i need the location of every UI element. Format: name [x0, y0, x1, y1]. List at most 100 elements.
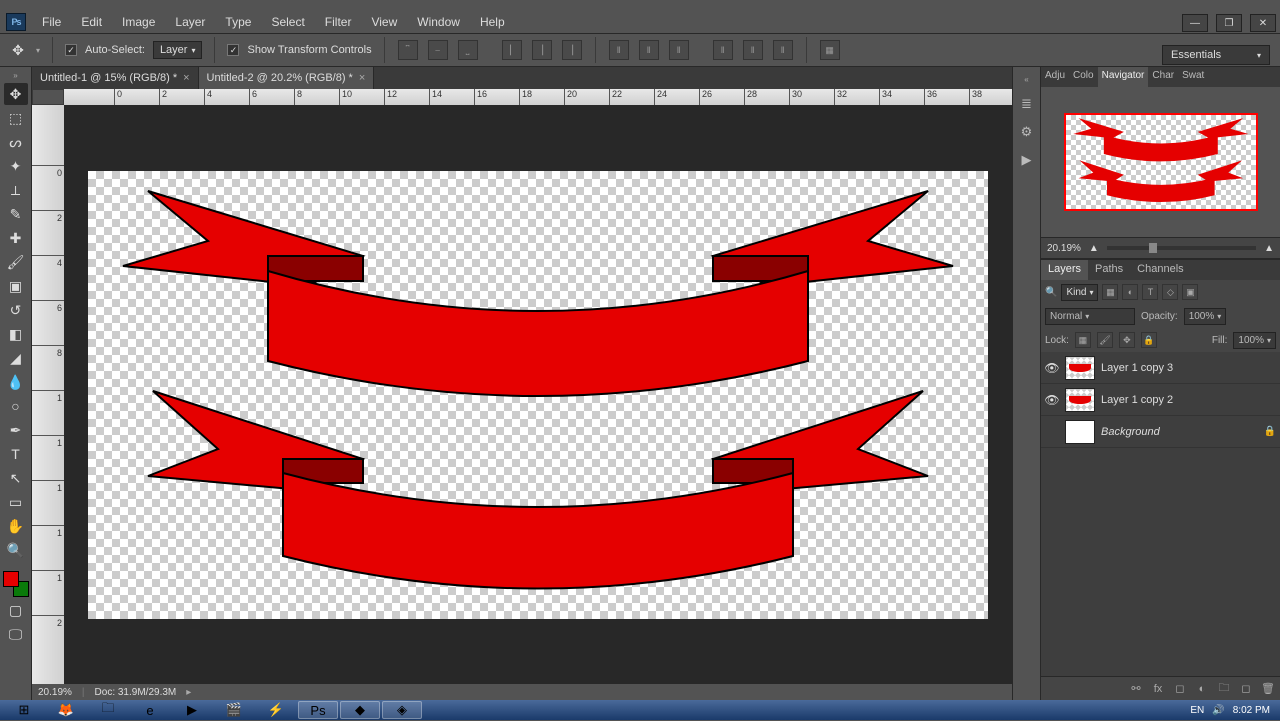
filter-shape-icon[interactable]: ◇ [1162, 284, 1178, 300]
vertical-ruler[interactable]: 02468111112 [32, 105, 64, 684]
adjustment-layer-icon[interactable]: ◐ [1194, 681, 1210, 697]
eraser-tool[interactable]: ◧ [4, 323, 28, 345]
move-tool[interactable]: ✥ [4, 83, 28, 105]
actions-panel-icon[interactable]: ▶ [1018, 151, 1036, 169]
layer-row[interactable]: 👁Layer 1 copy 3 [1041, 352, 1280, 384]
distribute-left-button[interactable]: ‖ [713, 40, 733, 60]
show-transform-checkbox[interactable]: ✓ [227, 44, 239, 56]
navigator-preview[interactable] [1041, 87, 1280, 237]
tab-adjustments[interactable]: Adju [1041, 67, 1069, 87]
search-icon[interactable]: 🔍 [1045, 287, 1057, 298]
distribute-vcenter-button[interactable]: ‖ [639, 40, 659, 60]
layer-name[interactable]: Layer 1 copy 2 [1101, 394, 1173, 406]
close-icon[interactable]: × [183, 72, 189, 84]
align-hcenter-button[interactable]: ⎟ [532, 40, 552, 60]
firefox-icon[interactable]: 🦊 [46, 701, 86, 719]
distribute-right-button[interactable]: ‖ [773, 40, 793, 60]
ruler-origin[interactable] [32, 89, 64, 105]
filter-kind-dropdown[interactable]: Kind [1061, 284, 1098, 301]
layer-name[interactable]: Background [1101, 426, 1160, 438]
panel-collapse-icon[interactable]: « [1013, 75, 1040, 85]
screenmode-tool[interactable]: 🖵 [4, 623, 28, 645]
auto-select-checkbox[interactable]: ✓ [65, 44, 77, 56]
align-top-button[interactable]: ⎴ [398, 40, 418, 60]
language-indicator[interactable]: EN [1190, 705, 1204, 716]
align-vcenter-button[interactable]: ⎯ [428, 40, 448, 60]
foreground-color[interactable] [3, 571, 19, 587]
layer-mask-icon[interactable]: ◻ [1172, 681, 1188, 697]
lock-transparency-icon[interactable]: ▦ [1075, 332, 1091, 348]
eyedropper-tool[interactable]: ✎ [4, 203, 28, 225]
crop-tool[interactable]: ⟂ [4, 179, 28, 201]
visibility-eye-icon[interactable] [1045, 425, 1059, 439]
maximize-button[interactable]: ❐ [1216, 14, 1242, 32]
menu-edit[interactable]: Edit [71, 12, 112, 32]
new-layer-icon[interactable]: ◻ [1238, 681, 1254, 697]
distribute-bottom-button[interactable]: ‖ [669, 40, 689, 60]
photoshop-task-icon[interactable]: Ps [298, 701, 338, 719]
type-tool[interactable]: T [4, 443, 28, 465]
zoom-level[interactable]: 20.19% [38, 687, 72, 698]
workspace-switcher[interactable]: Essentials [1162, 45, 1270, 65]
filter-pixel-icon[interactable]: ▦ [1102, 284, 1118, 300]
app-task-icon[interactable]: ◆ [340, 701, 380, 719]
menu-help[interactable]: Help [470, 12, 515, 32]
lock-position-icon[interactable]: ✥ [1119, 332, 1135, 348]
lasso-tool[interactable]: ᔕ [4, 131, 28, 153]
layer-thumbnail[interactable] [1065, 356, 1095, 380]
moviemaker-icon[interactable]: 🎬 [214, 701, 254, 719]
properties-panel-icon[interactable]: ⚙ [1018, 123, 1036, 141]
distribute-hcenter-button[interactable]: ‖ [743, 40, 763, 60]
menu-type[interactable]: Type [215, 12, 261, 32]
menu-view[interactable]: View [361, 12, 407, 32]
layer-thumbnail[interactable] [1065, 388, 1095, 412]
blend-mode-dropdown[interactable]: Normal [1045, 308, 1135, 325]
visibility-eye-icon[interactable]: 👁 [1045, 361, 1059, 375]
align-bottom-button[interactable]: ⎵ [458, 40, 478, 60]
filter-smart-icon[interactable]: ▣ [1182, 284, 1198, 300]
layer-thumbnail[interactable] [1065, 420, 1095, 444]
app2-task-icon[interactable]: ◈ [382, 701, 422, 719]
status-menu-icon[interactable]: ▸ [186, 687, 191, 698]
auto-align-button[interactable]: ▦ [820, 40, 840, 60]
tab-swatches[interactable]: Swat [1178, 67, 1208, 87]
close-button[interactable]: ✕ [1250, 14, 1276, 32]
ie-icon[interactable]: e [130, 701, 170, 719]
explorer-icon[interactable]: 🗀 [88, 701, 128, 719]
hand-tool[interactable]: ✋ [4, 515, 28, 537]
tab-color[interactable]: Colo [1069, 67, 1098, 87]
wand-tool[interactable]: ✦ [4, 155, 28, 177]
filter-type-icon[interactable]: T [1142, 284, 1158, 300]
canvas-viewport[interactable] [64, 105, 1012, 684]
nav-zoom-slider[interactable] [1107, 246, 1256, 250]
opacity-field[interactable]: 100% [1184, 308, 1227, 325]
blur-tool[interactable]: 💧 [4, 371, 28, 393]
menu-select[interactable]: Select [261, 12, 314, 32]
winamp-icon[interactable]: ⚡ [256, 701, 296, 719]
healing-tool[interactable]: ✚ [4, 227, 28, 249]
doc-tab-1[interactable]: Untitled-1 @ 15% (RGB/8) *× [32, 67, 199, 89]
visibility-eye-icon[interactable]: 👁 [1045, 393, 1059, 407]
tab-navigator[interactable]: Navigator [1098, 67, 1149, 87]
marquee-tool[interactable]: ⬚ [4, 107, 28, 129]
tab-layers[interactable]: Layers [1041, 260, 1088, 280]
fill-field[interactable]: 100% [1233, 332, 1276, 349]
media-icon[interactable]: ▶ [172, 701, 212, 719]
dodge-tool[interactable]: ○ [4, 395, 28, 417]
layer-row[interactable]: Background🔒 [1041, 416, 1280, 448]
menu-file[interactable]: File [32, 12, 71, 32]
start-button[interactable]: ⊞ [4, 701, 44, 719]
close-icon[interactable]: × [359, 72, 365, 84]
color-swatches[interactable] [3, 571, 29, 597]
tab-character[interactable]: Char [1148, 67, 1178, 87]
tab-paths[interactable]: Paths [1088, 260, 1130, 280]
toolbox-collapse-icon[interactable]: » [0, 71, 31, 81]
shape-tool[interactable]: ▭ [4, 491, 28, 513]
stamp-tool[interactable]: ▣ [4, 275, 28, 297]
lock-all-icon[interactable]: 🔒 [1141, 332, 1157, 348]
path-tool[interactable]: ↖ [4, 467, 28, 489]
minimize-button[interactable]: — [1182, 14, 1208, 32]
auto-select-target[interactable]: Layer [153, 41, 203, 59]
tab-channels[interactable]: Channels [1130, 260, 1190, 280]
lock-pixels-icon[interactable]: 🖌 [1097, 332, 1113, 348]
